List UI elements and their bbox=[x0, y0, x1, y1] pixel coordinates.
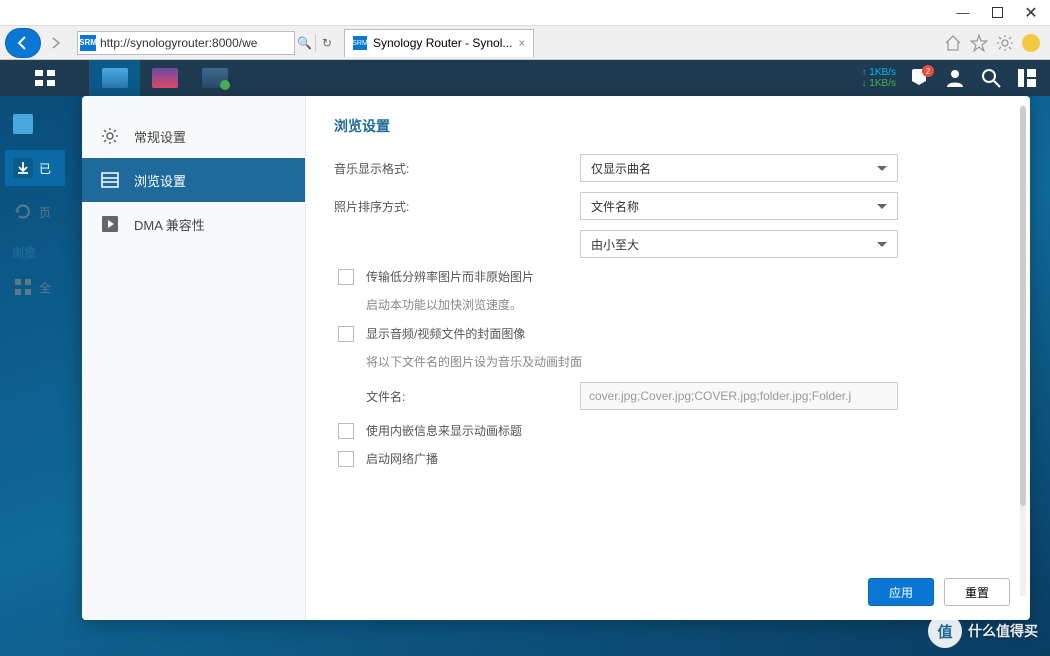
app-store[interactable] bbox=[140, 60, 190, 96]
smiley-icon[interactable] bbox=[1022, 34, 1040, 52]
address-bar[interactable]: SRM http://synologyrouter:8000/we bbox=[77, 31, 295, 55]
checkbox-cover-label: 显示音频/视频文件的封面图像 bbox=[366, 325, 525, 343]
photo-sort-label: 照片排序方式: bbox=[334, 198, 580, 215]
settings-sidebar: 常规设置 浏览设置 DMA 兼容性 bbox=[82, 96, 306, 620]
maximize-button[interactable] bbox=[990, 6, 1004, 20]
checkbox-broadcast-label: 启动网络广播 bbox=[366, 450, 438, 468]
notifications-icon[interactable]: 2 bbox=[908, 67, 930, 89]
browser-tab[interactable]: SRM Synology Router - Synol... × bbox=[344, 29, 534, 57]
settings-window: 常规设置 浏览设置 DMA 兼容性 浏览设置 音乐显示格式: 仅显示曲名 照片排… bbox=[82, 96, 1030, 620]
scrollbar-vertical[interactable] bbox=[1020, 106, 1026, 596]
dock-item-1[interactable] bbox=[5, 106, 65, 142]
checkbox-embedded-label: 使用内嵌信息来显示动画标题 bbox=[366, 422, 522, 440]
music-format-label: 音乐显示格式: bbox=[334, 160, 580, 177]
dock-item-grid[interactable]: 全 bbox=[5, 269, 65, 305]
url-text: http://synologyrouter:8000/we bbox=[100, 36, 257, 50]
music-format-select[interactable]: 仅显示曲名 bbox=[580, 154, 898, 182]
checkbox-lowres[interactable] bbox=[338, 269, 354, 285]
network-stats: ↑ 1KB/s ↓ 1KB/s bbox=[862, 67, 908, 89]
section-title: 浏览设置 bbox=[334, 116, 1002, 136]
user-icon[interactable] bbox=[944, 67, 966, 89]
tab-favicon: SRM bbox=[353, 36, 367, 50]
sort-order-select[interactable]: 由小至大 bbox=[580, 230, 898, 258]
home-icon[interactable] bbox=[944, 34, 962, 52]
refresh-button[interactable]: ↻ bbox=[322, 31, 336, 55]
sidebar-label: 浏览设置 bbox=[134, 171, 186, 190]
checkbox-broadcast[interactable] bbox=[338, 451, 354, 467]
gear-icon bbox=[100, 126, 120, 146]
cover-hint: 将以下文件名的图片设为音乐及动画封面 bbox=[366, 353, 1002, 370]
widgets-icon[interactable] bbox=[1016, 67, 1038, 89]
search-icon[interactable] bbox=[980, 67, 1002, 89]
sidebar-item-general[interactable]: 常规设置 bbox=[82, 114, 305, 158]
play-icon bbox=[100, 214, 120, 234]
favorites-icon[interactable] bbox=[970, 34, 988, 52]
tab-close-icon[interactable]: × bbox=[518, 36, 525, 50]
site-icon: SRM bbox=[80, 35, 96, 51]
dock-item-download[interactable]: 已 bbox=[5, 150, 65, 186]
app-wifi[interactable] bbox=[90, 60, 140, 96]
sidebar-label: 常规设置 bbox=[134, 127, 186, 146]
dock-section-label: 浏览 bbox=[0, 244, 36, 261]
photo-sort-select[interactable]: 文件名称 bbox=[580, 192, 898, 220]
minimize-button[interactable]: — bbox=[956, 6, 970, 20]
close-button[interactable]: ✕ bbox=[1024, 6, 1038, 20]
apply-button[interactable]: 应用 bbox=[868, 578, 934, 606]
checkbox-embedded[interactable] bbox=[338, 423, 354, 439]
search-icon[interactable]: 🔍 bbox=[297, 31, 311, 55]
left-dock: 已 页 浏览 全 bbox=[0, 96, 70, 656]
lowres-hint: 启动本功能以加快浏览速度。 bbox=[366, 296, 1002, 313]
notification-badge: 2 bbox=[922, 65, 934, 77]
filename-label: 文件名: bbox=[366, 388, 580, 405]
back-button[interactable] bbox=[5, 28, 41, 58]
filename-input[interactable] bbox=[580, 382, 898, 410]
tab-title: Synology Router - Synol... bbox=[373, 36, 512, 50]
main-menu-button[interactable] bbox=[0, 60, 90, 96]
settings-icon[interactable] bbox=[996, 34, 1014, 52]
reset-button[interactable]: 重置 bbox=[944, 578, 1010, 606]
sidebar-label: DMA 兼容性 bbox=[134, 215, 205, 234]
sidebar-item-dma[interactable]: DMA 兼容性 bbox=[82, 202, 305, 246]
checkbox-lowres-label: 传输低分辨率图片而非原始图片 bbox=[366, 268, 534, 286]
checkbox-cover[interactable] bbox=[338, 326, 354, 342]
settings-content: 浏览设置 音乐显示格式: 仅显示曲名 照片排序方式: 文件名称 由小至大 传输低… bbox=[306, 96, 1030, 620]
forward-button[interactable] bbox=[43, 30, 69, 56]
sidebar-item-browse[interactable]: 浏览设置 bbox=[82, 158, 305, 202]
dock-item-refresh[interactable]: 页 bbox=[5, 194, 65, 230]
list-icon bbox=[100, 170, 120, 190]
app-media[interactable] bbox=[190, 60, 240, 96]
